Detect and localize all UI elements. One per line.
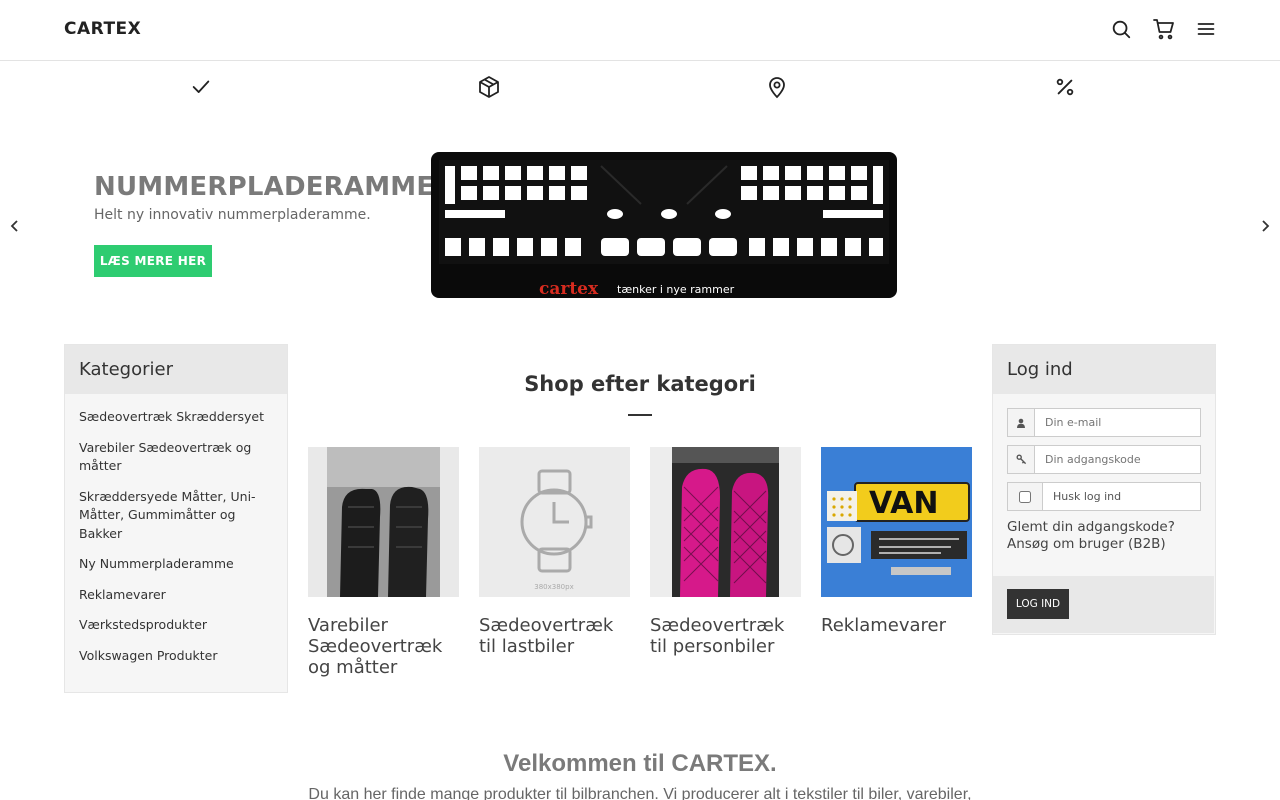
category-card-promotional[interactable]: VAN Reklamevarer [821,447,972,636]
slider-prev-icon[interactable] [7,216,23,236]
menu-icon[interactable] [1193,16,1219,42]
key-icon [1008,446,1035,473]
card-image-placeholder-watch: 380x380px [479,447,630,597]
read-more-button[interactable]: LÆS MERE HER [94,245,212,277]
email-input[interactable] [1035,409,1200,436]
card-image-promo-items: VAN [821,447,972,597]
title-divider [628,414,652,416]
card-image-pink-seats [650,447,801,597]
category-link-seat-covers-custom[interactable]: Sædeovertræk Skræddersyet [79,408,273,427]
hero-slider: NUMMERPLADERAMME Helt ny innovativ numme… [0,128,1280,318]
site-header: CARTEX [0,0,1280,61]
email-field-group [1007,408,1201,437]
category-link-workshop-products[interactable]: Værkstedsprodukter [79,616,273,635]
password-input[interactable] [1035,446,1200,473]
category-link-promotional-items[interactable]: Reklamevarer [79,586,273,605]
categories-title: Kategorier [65,345,287,394]
remember-checkbox[interactable] [1019,490,1031,503]
slide-title: NUMMERPLADERAMME [94,172,435,202]
remember-label[interactable]: Husk log ind [1043,483,1200,510]
category-card-cars[interactable]: Sædeovertræk til personbiler [650,447,801,657]
category-card-vans[interactable]: Varebiler Sædeovertræk og måtter [308,447,459,678]
apply-b2b-link[interactable]: Ansøg om bruger (B2B) [1007,536,1201,553]
card-label: Varebiler Sædeovertræk og måtter [308,615,443,678]
svg-text:VAN: VAN [869,486,939,521]
svg-text:380x380px: 380x380px [534,583,573,591]
user-icon [1008,409,1035,436]
login-button[interactable]: LOG IND [1007,589,1069,619]
category-link-custom-mats[interactable]: Skræddersyede Måtter, Uni-Måtter, Gummim… [79,488,273,544]
license-plate-frame-image: cartex tænker i nye rammer [431,152,897,298]
category-link-new-license-plate-frame[interactable]: Ny Nummerpladeramme [79,555,273,574]
card-label: Sædeovertræk til lastbiler [479,615,614,657]
percent-icon [1052,74,1078,100]
categories-panel: Kategorier Sædeovertræk Skræddersyet Var… [64,344,288,693]
search-icon[interactable] [1108,16,1134,42]
category-card-trucks[interactable]: 380x380px Sædeovertræk til lastbiler [479,447,630,657]
slider-next-icon[interactable] [1257,216,1273,236]
card-label: Reklamevarer [821,615,946,636]
remember-checkbox-wrap [1008,483,1043,510]
forgot-password-link[interactable]: Glemt din adgangskode? [1007,519,1201,536]
welcome-title: Velkommen til CARTEX. [503,750,777,777]
password-field-group [1007,445,1201,474]
svg-text:tænker i nye rammer: tænker i nye rammer [617,283,735,296]
welcome-text: Du kan her finde mange produkter til bil… [308,786,972,800]
check-icon [188,74,214,100]
remember-field-group: Husk log ind [1007,482,1201,511]
slide-subtitle: Helt ny innovativ nummerpladeramme. [94,207,371,223]
login-title: Log ind [993,345,1215,394]
cart-icon[interactable] [1151,16,1177,42]
card-image-van-seats [308,447,459,597]
categories-list: Sædeovertræk Skræddersyet Varebiler Sæde… [65,394,287,665]
package-icon [476,74,502,100]
login-footer: LOG IND [993,576,1214,633]
category-link-vans-seat-covers-mats[interactable]: Varebiler Sædeovertræk og måtter [79,439,273,476]
shop-section-title: Shop efter kategori [524,372,756,396]
svg-text:cartex: cartex [539,279,599,298]
login-panel: Log ind Husk log ind Glemt din adgangsko… [992,344,1216,635]
card-label: Sædeovertræk til personbiler [650,615,785,657]
site-logo[interactable]: CARTEX [64,19,141,39]
category-link-volkswagen-products[interactable]: Volkswagen Produkter [79,647,273,666]
map-pin-icon [764,74,790,100]
